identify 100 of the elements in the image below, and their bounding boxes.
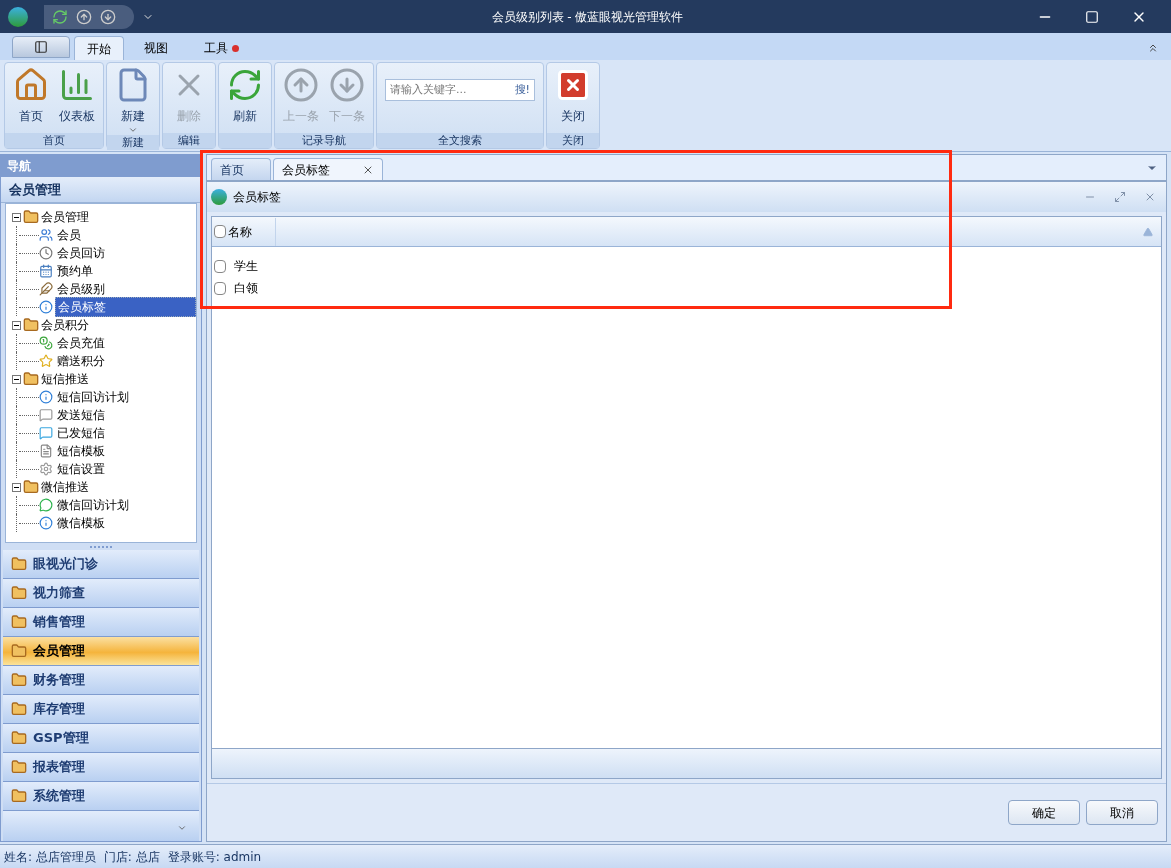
row-checkbox[interactable]	[214, 259, 226, 273]
tree-item[interactable]: 已发短信	[55, 424, 107, 442]
node-label: 会员积分	[41, 317, 89, 334]
clock-icon	[39, 246, 53, 260]
folder-icon	[11, 556, 27, 572]
expander-icon[interactable]	[12, 482, 21, 492]
folder-icon	[11, 585, 27, 601]
tree-item[interactable]: 会员标签	[55, 297, 196, 317]
folder-icon	[23, 371, 39, 387]
document-tab[interactable]: 会员标签	[273, 158, 383, 180]
select-all-checkbox[interactable]	[214, 225, 226, 238]
folder-icon	[23, 209, 39, 225]
folder-icon	[23, 479, 39, 495]
dialog-button[interactable]: 取消	[1086, 800, 1158, 825]
node-label: 微信推送	[41, 479, 89, 496]
table-cell-text: 学生	[234, 258, 258, 275]
tree-node[interactable]: 微信推送	[12, 478, 196, 496]
button-label: 仪表板	[59, 108, 95, 125]
more-modules-icon[interactable]	[177, 823, 187, 833]
info-icon	[39, 516, 53, 530]
tree-item[interactable]: 发送短信	[55, 406, 107, 424]
module-button[interactable]: 财务管理	[3, 666, 199, 695]
tree-node[interactable]: 短信推送	[12, 370, 196, 388]
button-label: 下一条	[329, 108, 365, 125]
tree-item[interactable]: 微信模板	[55, 514, 107, 532]
bar-chart-icon	[59, 67, 95, 103]
ribbon-tab[interactable]: 视图	[128, 36, 184, 60]
search-field[interactable]: 请输入关键字... 搜!	[385, 79, 535, 101]
tree-item[interactable]: 会员	[55, 226, 83, 244]
tree-node[interactable]: 会员积分	[12, 316, 196, 334]
ribbon-tab[interactable]: 开始	[74, 36, 124, 60]
chat-icon	[39, 498, 53, 512]
maximize-icon[interactable]	[1085, 9, 1099, 24]
node-label: 会员管理	[41, 209, 89, 226]
speech-bubble-icon	[39, 408, 53, 422]
close-icon	[555, 67, 591, 103]
speech-bubble-icon	[39, 426, 53, 440]
module-button[interactable]: 销售管理	[3, 608, 199, 637]
tree-item[interactable]: 会员级别	[55, 280, 107, 298]
tree-item[interactable]: 会员回访	[55, 244, 107, 262]
expander-icon[interactable]	[12, 320, 21, 330]
refresh-icon[interactable]	[52, 8, 68, 25]
status-text: 门店: 总店	[103, 848, 160, 866]
tree-item[interactable]: 短信模板	[55, 442, 107, 460]
button-label: 删除	[177, 108, 201, 125]
tree-node[interactable]: 会员管理	[12, 208, 196, 226]
ribbon-button[interactable]: 关闭	[551, 67, 595, 125]
ribbon-button[interactable]: 首页	[9, 67, 53, 125]
status-text: 姓名: 总店管理员	[4, 848, 96, 866]
tree-item[interactable]: 预约单	[55, 262, 95, 280]
group-label: 编辑	[163, 133, 215, 148]
star-icon	[39, 354, 53, 368]
button-label: 新建	[121, 108, 145, 125]
module-button[interactable]: 报表管理	[3, 753, 199, 782]
ribbon-button[interactable]: 仪表板	[55, 67, 99, 125]
group-label: 首页	[5, 133, 103, 148]
collapse-ribbon-icon[interactable]	[1147, 42, 1159, 54]
folder-icon	[11, 730, 27, 746]
coin-icon	[39, 336, 53, 350]
app-menu-button[interactable]	[12, 36, 70, 58]
dialog-button[interactable]: 确定	[1008, 800, 1080, 825]
module-button[interactable]: GSP管理	[3, 724, 199, 753]
tree-item[interactable]: 短信设置	[55, 460, 107, 478]
home-icon	[13, 67, 49, 103]
button-label: 关闭	[561, 108, 585, 125]
tree-item[interactable]: 短信回访计划	[55, 388, 131, 406]
ribbon-button[interactable]: 刷新	[223, 67, 267, 125]
tree-item[interactable]: 会员充值	[55, 334, 107, 352]
status-text: 登录账号: admin	[167, 848, 262, 866]
folder-icon	[11, 643, 27, 659]
module-button[interactable]: 系统管理	[3, 782, 199, 811]
pane-header: 导航	[1, 155, 201, 177]
section-header: 会员管理	[1, 177, 201, 203]
module-button[interactable]: 眼视光门诊	[3, 550, 199, 579]
group-label: 新建	[107, 135, 159, 150]
group-label: 记录导航	[275, 133, 373, 148]
column-header[interactable]: 名称	[228, 217, 276, 246]
document-tab[interactable]: 首页	[211, 158, 271, 180]
node-label: 短信推送	[41, 371, 89, 388]
module-button[interactable]: 库存管理	[3, 695, 199, 724]
panel-title: 会员标签	[233, 189, 281, 206]
folder-icon	[11, 788, 27, 804]
search-button[interactable]: 搜!	[514, 81, 530, 99]
row-checkbox[interactable]	[214, 281, 226, 295]
tree-item[interactable]: 微信回访计划	[55, 496, 131, 514]
table-cell-text: 白领	[234, 280, 258, 297]
ribbon-button[interactable]: 新建	[111, 67, 155, 135]
expander-icon[interactable]	[12, 212, 21, 222]
folder-icon	[11, 672, 27, 688]
ribbon-tab[interactable]: 工具	[188, 36, 255, 60]
app-logo-icon	[211, 189, 227, 205]
window-title: 会员级别列表 - 傲蓝眼视光管理软件	[490, 8, 685, 26]
tree-item[interactable]: 赠送积分	[55, 352, 107, 370]
app-logo-icon	[8, 6, 28, 27]
module-button[interactable]: 会员管理	[3, 637, 199, 666]
folder-icon	[23, 317, 39, 333]
button-label: 首页	[19, 108, 43, 125]
expander-icon[interactable]	[12, 374, 21, 384]
module-button[interactable]: 视力筛查	[3, 579, 199, 608]
layout-icon	[34, 40, 48, 54]
